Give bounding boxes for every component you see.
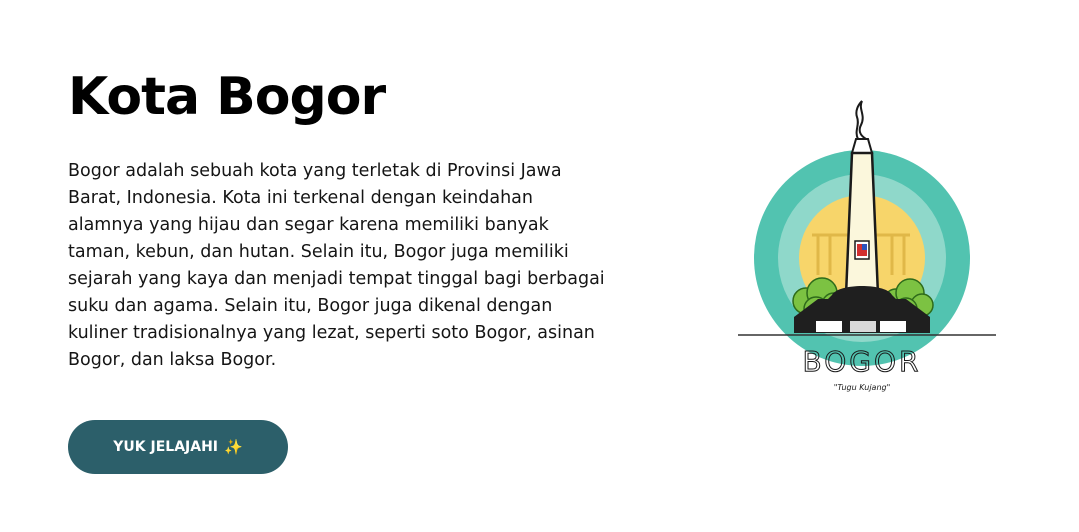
explore-button-label: YUK JELAJAHI	[113, 439, 219, 455]
monument-cap	[850, 138, 874, 154]
base-stripe-middle	[850, 321, 876, 332]
tugu-kujang-caption: "Tugu Kujang"	[834, 383, 891, 392]
kujang-blade	[855, 100, 870, 140]
monument-column	[844, 151, 880, 297]
tugu-kujang-svg: BOGOR "Tugu Kujang"	[738, 100, 996, 392]
city-emblem	[854, 240, 870, 260]
tugu-kujang-illustration: BOGOR "Tugu Kujang"	[730, 95, 1005, 400]
explore-button[interactable]: YUK JELAJAHI ✨	[68, 420, 288, 474]
bogor-wordmark: BOGOR	[803, 345, 922, 378]
base-stripe-right	[880, 321, 906, 332]
hero-description: Bogor adalah sebuah kota yang terletak d…	[68, 161, 605, 370]
page-title: Kota Bogor	[68, 67, 386, 127]
sparkles-icon: ✨	[224, 438, 243, 456]
hero-section: Kota Bogor Bogor adalah sebuah kota yang…	[0, 0, 1079, 532]
base-stripe-left	[816, 321, 842, 332]
